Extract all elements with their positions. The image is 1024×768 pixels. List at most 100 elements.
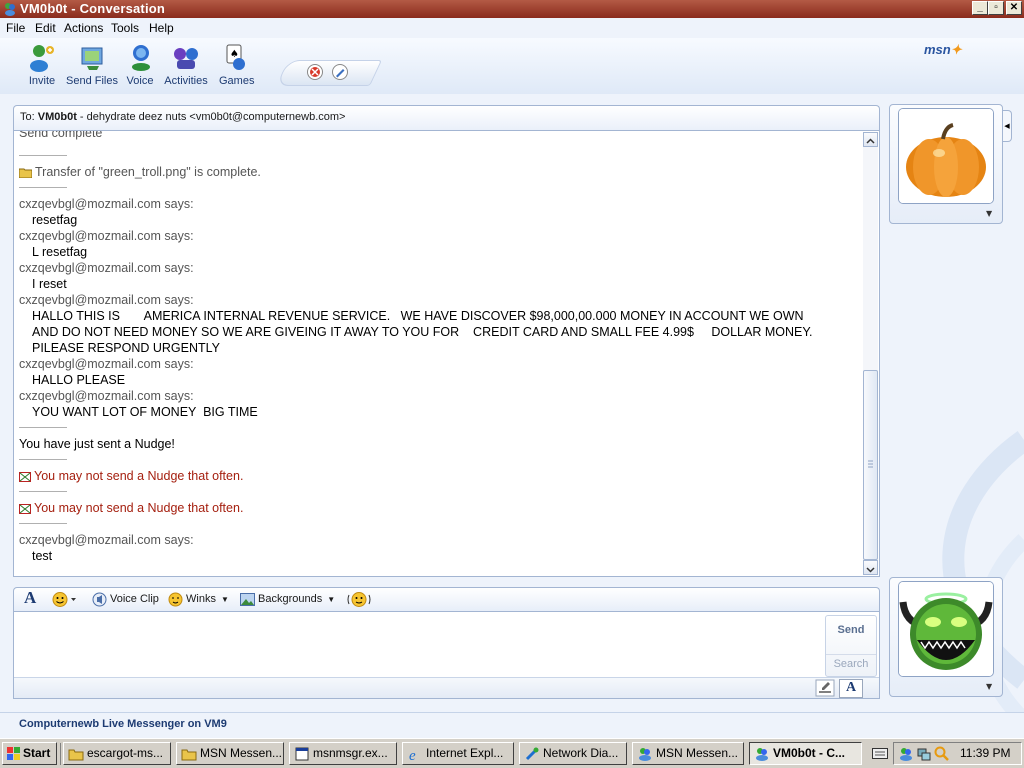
windows-flag-icon xyxy=(7,747,20,760)
nudge-sent-text: You have just sent a Nudge! xyxy=(19,437,175,451)
conversation-history[interactable]: Send complete Transfer of "green_troll.p… xyxy=(13,130,880,577)
send-files-icon xyxy=(81,47,103,70)
network-icon xyxy=(525,747,539,761)
contact-display-picture[interactable] xyxy=(898,108,994,204)
scroll-thumb[interactable] xyxy=(863,370,878,560)
send-files-button[interactable]: Send Files xyxy=(66,42,118,87)
chevron-down-icon[interactable]: ▼ xyxy=(986,682,992,691)
taskbar-item-active[interactable]: VM0b0t - C... xyxy=(749,742,862,765)
search-button[interactable]: Search xyxy=(826,654,876,670)
menu-actions[interactable]: Actions xyxy=(64,21,103,35)
pen-icon[interactable] xyxy=(331,63,349,81)
window-title: VM0b0t - Conversation xyxy=(20,1,166,16)
taskbar-item[interactable]: msnmsgr.ex... xyxy=(289,742,397,765)
nudge-icon xyxy=(19,471,31,482)
toolbar: Invite Send Files Voice Activities ♠ Gam… xyxy=(0,38,1024,94)
msn-icon xyxy=(756,748,768,761)
maximize-button[interactable]: ▫ xyxy=(988,1,1004,15)
title-bar: VM0b0t - Conversation _ ▫ ✕ xyxy=(0,0,1024,18)
send-complete-text: Send complete xyxy=(19,130,103,140)
svg-text:e: e xyxy=(409,748,416,762)
voice-button[interactable]: Voice xyxy=(126,42,154,87)
transfer-status: Transfer of "green_troll.png" is complet… xyxy=(19,164,859,180)
message-input[interactable]: Send Search A xyxy=(13,611,880,699)
app-icon xyxy=(295,747,309,761)
folder-icon xyxy=(181,749,197,761)
send-button[interactable]: Send xyxy=(826,624,876,636)
minimize-button[interactable]: _ xyxy=(972,1,988,15)
network-tray-icon[interactable] xyxy=(916,746,932,762)
own-display-picture-frame: ▼ xyxy=(889,577,1003,697)
taskbar-item[interactable]: MSN Messen... xyxy=(176,742,284,765)
green-troll-image xyxy=(899,582,993,676)
voice-icon xyxy=(132,45,150,71)
menu-help[interactable]: Help xyxy=(149,21,174,35)
clock[interactable]: 11:39 PM xyxy=(960,746,1010,760)
backgrounds-button[interactable]: Backgrounds ▼ xyxy=(240,591,335,608)
chevron-down-icon[interactable]: ▼ xyxy=(986,209,992,218)
chat-message: cxzqevbgl@mozmail.com says: YOU WANT LOT … xyxy=(19,389,258,419)
own-display-picture[interactable] xyxy=(898,581,994,677)
toolbar-extra-group xyxy=(275,60,383,86)
chat-message: cxzqevbgl@mozmail.com says: HALLO PLEASE xyxy=(19,357,194,387)
scroll-up-button[interactable] xyxy=(863,132,878,147)
taskbar-item[interactable]: e Internet Expl... xyxy=(402,742,514,765)
voice-clip-button[interactable]: Voice Clip xyxy=(92,591,159,608)
start-button[interactable]: Start xyxy=(2,742,57,765)
menu-edit[interactable]: Edit xyxy=(35,21,56,35)
nudge-icon xyxy=(347,592,371,607)
folder-icon xyxy=(68,749,84,761)
chat-message: cxzqevbgl@mozmail.com says: HALLO THIS I… xyxy=(19,293,813,355)
history-scrollbar[interactable] xyxy=(863,132,878,575)
games-button[interactable]: ♠ Games xyxy=(219,42,254,87)
system-tray: 11:39 PM xyxy=(893,742,1022,765)
activities-button[interactable]: Activities xyxy=(163,42,209,87)
nudge-warning: You may not send a Nudge that often. xyxy=(19,468,859,484)
to-label: To: xyxy=(20,111,35,123)
nudge-icon xyxy=(19,503,31,514)
send-search-box: Send Search xyxy=(825,615,877,677)
font-button[interactable]: A xyxy=(24,588,36,607)
contact-name[interactable]: VM0b0t xyxy=(38,111,77,123)
voice-clip-icon xyxy=(92,592,107,607)
msn-icon xyxy=(639,748,651,761)
keyboard-icon[interactable] xyxy=(872,746,888,761)
close-button[interactable]: ✕ xyxy=(1006,1,1022,15)
chevron-up-icon xyxy=(866,138,875,144)
menu-file[interactable]: File xyxy=(6,21,25,35)
winks-button[interactable]: Winks ▼ xyxy=(168,591,229,608)
taskbar-item[interactable]: Network Dia... xyxy=(519,742,627,765)
invite-button[interactable]: Invite xyxy=(26,42,58,87)
smiley-icon xyxy=(52,592,76,607)
menu-bar: File Edit Actions Tools Help xyxy=(0,18,1024,38)
taskbar-item[interactable]: MSN Messen... xyxy=(632,742,744,765)
handwriting-icon[interactable] xyxy=(815,679,835,697)
search-tray-icon[interactable] xyxy=(934,746,950,762)
nudge-button[interactable] xyxy=(346,591,372,608)
chat-message: cxzqevbgl@mozmail.com says: resetfag xyxy=(19,197,194,227)
status-text: Computernewb Live Messenger on VM9 xyxy=(19,718,227,730)
msn-logo: msn✦ xyxy=(924,42,962,57)
taskbar-item[interactable]: escargot-ms... xyxy=(63,742,171,765)
contact-details: - dehydrate deez nuts <vm0b0t@computerne… xyxy=(76,111,346,123)
scroll-down-button[interactable] xyxy=(863,560,878,575)
ie-icon: e xyxy=(409,748,416,762)
pumpkin-image xyxy=(899,109,993,203)
text-mode-button[interactable]: A xyxy=(839,679,863,698)
winks-icon xyxy=(168,592,183,607)
invite-icon xyxy=(30,45,54,72)
block-icon[interactable] xyxy=(306,63,324,81)
nudge-warning: You may not send a Nudge that often. xyxy=(19,500,859,516)
chat-message: cxzqevbgl@mozmail.com says: I reset xyxy=(19,261,194,291)
chat-message: cxzqevbgl@mozmail.com says: test xyxy=(19,533,194,563)
collapse-panel-button[interactable]: ◀ xyxy=(1003,110,1012,142)
backgrounds-icon xyxy=(240,592,255,606)
menu-tools[interactable]: Tools xyxy=(111,21,139,35)
msn-tray-icon[interactable] xyxy=(898,746,914,762)
taskbar: Start escargot-ms... MSN Messen... msnms… xyxy=(0,738,1024,768)
games-icon: ♠ xyxy=(226,44,245,70)
emoticon-button[interactable] xyxy=(52,591,78,608)
folder-icon xyxy=(19,168,32,179)
messenger-icon xyxy=(5,3,15,16)
input-toolbar: A xyxy=(14,677,879,698)
